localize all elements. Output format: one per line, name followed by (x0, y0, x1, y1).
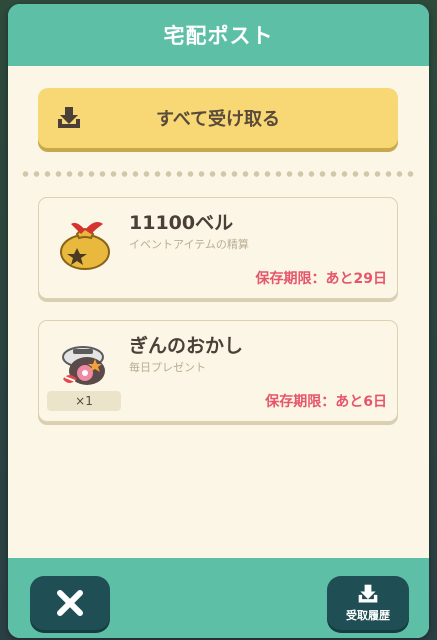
item-name: 11100ベル (129, 212, 234, 234)
dotted-divider (20, 170, 417, 178)
receive-history-label: 受取履歴 (346, 609, 390, 622)
receive-all-button[interactable]: すべて受け取る (38, 88, 398, 148)
silver-candy-tin-icon (62, 346, 105, 385)
close-button[interactable] (30, 576, 110, 630)
item-quantity: ×1 (47, 391, 121, 411)
panel-footer: 受取履歴 (8, 558, 429, 638)
item-subtitle: イベントアイテムの精算 (129, 238, 249, 251)
panel-header: 宅配ポスト (8, 4, 429, 66)
receive-all-label: すべて受け取る (155, 109, 281, 130)
delivery-item[interactable]: ×1 ぎんのおかし 毎日プレゼント 保存期限：あと6日 (38, 320, 398, 422)
download-tray-icon (358, 584, 378, 603)
receive-history-button[interactable]: 受取履歴 (327, 576, 409, 630)
item-expiry: 保存期限：あと6日 (265, 394, 387, 410)
close-icon (57, 590, 83, 616)
bell-bag-icon (60, 222, 110, 270)
delivery-post-panel: 宅配ポスト すべて受け取る 11100ベル イベントアイテムの精算 保存期限：あ… (8, 4, 429, 638)
delivery-item[interactable]: 11100ベル イベントアイテムの精算 保存期限：あと29日 (38, 197, 398, 299)
item-name: ぎんのおかし (129, 335, 244, 357)
panel-title: 宅配ポスト (163, 24, 274, 48)
item-expiry: 保存期限：あと29日 (255, 271, 387, 287)
item-subtitle: 毎日プレゼント (129, 361, 206, 374)
download-tray-icon (58, 107, 80, 128)
